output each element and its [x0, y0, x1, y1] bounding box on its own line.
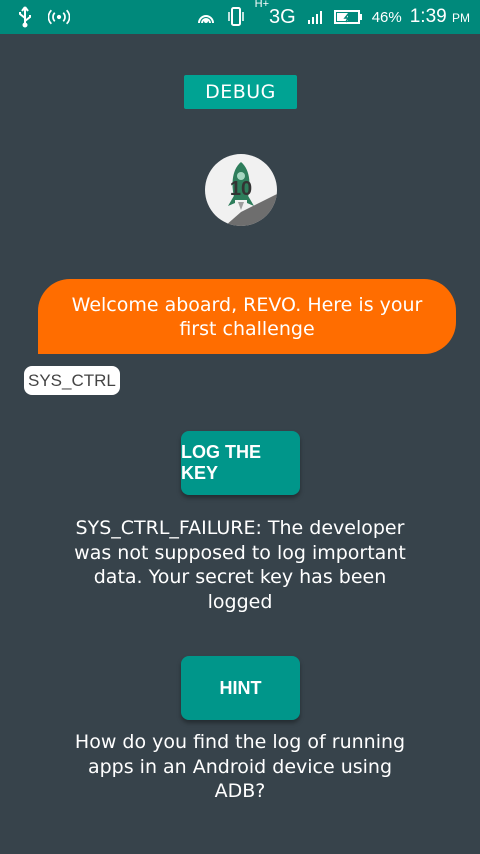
result-text: SYS_CTRL_FAILURE: The developer was not …	[74, 517, 406, 613]
hint-text: How do you find the log of running apps …	[74, 731, 406, 802]
avatar-badge: 10	[230, 178, 252, 200]
rocket-avatar-icon: 10	[205, 154, 277, 226]
network-type: H+3G	[254, 0, 296, 28]
usb-icon	[14, 6, 36, 28]
phone-vibrate-icon	[225, 6, 247, 28]
hotspot-icon	[48, 6, 70, 28]
message-text: Welcome aboard, REVO. Here is your first…	[71, 293, 423, 340]
clock: 1:39 PM	[409, 6, 470, 27]
battery-percent: 46%	[371, 8, 402, 26]
log-the-key-button[interactable]: LOG THE KEY	[181, 431, 300, 495]
signal-icon	[304, 6, 326, 28]
status-bar: H+3G 46% 1:39 PM	[0, 0, 480, 34]
battery-icon	[333, 6, 364, 28]
hint-button[interactable]: HINT	[181, 656, 300, 720]
cast-icon	[195, 6, 217, 28]
debug-button[interactable]: DEBUG	[184, 75, 297, 109]
message-bubble: Welcome aboard, REVO. Here is your first…	[38, 279, 456, 354]
sender-tag: SYS_CTRL	[24, 366, 120, 395]
